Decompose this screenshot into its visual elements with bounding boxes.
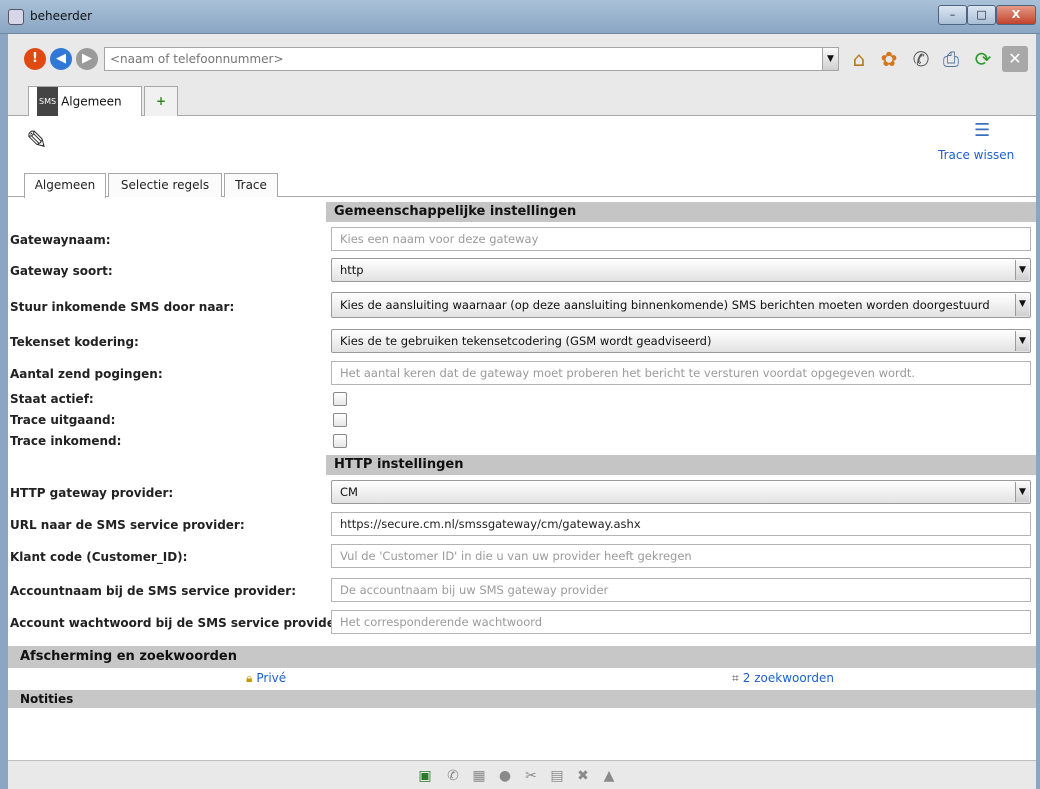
chevron-down-icon: ▼ (1015, 294, 1029, 316)
account-password-label: Account wachtwoord bij de SMS service pr… (10, 616, 346, 630)
gateway-name-label: Gatewaynaam: (10, 233, 111, 247)
home-icon[interactable]: ⌂ (846, 46, 872, 72)
sms-icon[interactable]: ▣ (416, 767, 434, 785)
phone-handset-icon[interactable]: ✆ (444, 767, 462, 785)
http-provider-value: CM (340, 485, 358, 499)
active-label: Staat actief: (10, 392, 94, 406)
section-notes: Notities (8, 690, 1036, 708)
puzzle-icon[interactable]: ✿ (876, 46, 902, 72)
http-provider-label: HTTP gateway provider: (10, 486, 174, 500)
forward-sms-label: Stuur inkomende SMS door naar: (10, 300, 235, 314)
subtab-trace[interactable]: Trace (224, 173, 278, 197)
print-icon[interactable]: ⎙ (938, 46, 964, 72)
gateway-type-value: http (340, 263, 364, 277)
tab-algemeen[interactable]: SMS Algemeen (28, 86, 142, 117)
search-input[interactable] (104, 47, 824, 71)
content-pane: ✎ ☰ Trace wissen Algemeen Selectie regel… (8, 116, 1036, 760)
maximize-button[interactable]: □ (967, 5, 996, 25)
keywords-label: 2 zoekwoorden (742, 671, 835, 685)
chevron-down-icon: ▼ (1015, 260, 1029, 280)
trace-out-checkbox[interactable] (333, 413, 347, 427)
keywords-icon: ⌗ (732, 671, 739, 685)
minimize-button[interactable]: – (938, 5, 967, 25)
notes-area[interactable] (8, 708, 1036, 760)
private-label: Privé (256, 671, 287, 685)
chevron-down-icon: ▼ (1015, 331, 1029, 351)
close-icon[interactable]: ✕ (1002, 46, 1028, 72)
document-icon[interactable]: ▤ (548, 767, 566, 785)
section-general: Gemeenschappelijke instellingen (326, 202, 1036, 222)
url-label: URL naar de SMS service provider: (10, 518, 245, 532)
subtab-algemeen[interactable]: Algemeen (24, 173, 106, 198)
http-provider-select[interactable]: CM ▼ (331, 480, 1031, 504)
trace-out-label: Trace uitgaand: (10, 413, 116, 427)
chevron-down-icon: ▼ (1015, 482, 1029, 502)
attempts-field[interactable] (331, 361, 1031, 385)
circle-icon[interactable]: ● (496, 767, 514, 785)
window-titlebar: beheerder – □ X (0, 0, 1040, 34)
trace-wipe-link[interactable]: Trace wissen (938, 148, 1014, 162)
customer-code-field[interactable] (331, 544, 1031, 568)
warning-icon[interactable]: ▲ (600, 767, 618, 785)
subtab-selectie-regels[interactable]: Selectie regels (108, 173, 222, 197)
gateway-name-field[interactable] (331, 227, 1031, 251)
building-icon[interactable]: ▦ (470, 767, 488, 785)
search-dropdown-button[interactable]: ▼ (822, 47, 839, 71)
sub-tabs: Algemeen Selectie regels Trace (8, 170, 1036, 198)
cross-icon[interactable]: ✖ (574, 767, 592, 785)
customer-code-label: Klant code (Customer_ID): (10, 550, 188, 564)
account-name-field[interactable] (331, 578, 1031, 602)
url-field[interactable] (331, 512, 1031, 536)
tools-icon[interactable]: ✂ (522, 767, 540, 785)
back-icon[interactable]: ◀ (50, 48, 72, 70)
forward-sms-value: Kies de aansluiting waarnaar (op deze aa… (340, 298, 990, 312)
account-name-label: Accountnaam bij de SMS service provider: (10, 584, 297, 598)
trace-in-checkbox[interactable] (333, 434, 347, 448)
phone-icon[interactable]: ✆ (908, 46, 934, 72)
section-http: HTTP instellingen (326, 455, 1036, 475)
account-password-field[interactable] (331, 610, 1031, 634)
window-title: beheerder (30, 9, 93, 23)
attempts-label: Aantal zend pogingen: (10, 367, 163, 381)
lock-icon: 🔒︎ (246, 671, 253, 685)
forward-icon[interactable]: ▶ (76, 48, 98, 70)
charset-value: Kies de te gebruiken tekensetcodering (G… (340, 334, 712, 348)
bottom-toolbar: ▣ ✆ ▦ ● ✂ ▤ ✖ ▲ (8, 760, 1036, 789)
gateway-type-label: Gateway soort: (10, 264, 113, 278)
section-shielding: Afscherming en zoekwoorden (8, 646, 1036, 668)
close-window-button[interactable]: X (996, 5, 1036, 25)
document-tabs: SMS Algemeen + (8, 80, 1036, 117)
app-icon (8, 9, 24, 25)
paperclip-icon[interactable]: ✎ (26, 126, 48, 156)
active-checkbox[interactable] (333, 392, 347, 406)
gateway-type-select[interactable]: http ▼ (331, 258, 1031, 282)
charset-label: Tekenset kodering: (10, 335, 139, 349)
charset-select[interactable]: Kies de te gebruiken tekensetcodering (G… (331, 329, 1031, 353)
private-link[interactable]: 🔒︎ Privé (246, 671, 286, 686)
trace-in-label: Trace inkomend: (10, 434, 122, 448)
forward-sms-select[interactable]: Kies de aansluiting waarnaar (op deze aa… (331, 292, 1031, 318)
add-tab-button[interactable]: + (144, 86, 178, 116)
window-frame-left (0, 34, 8, 789)
tab-algemeen-label: Algemeen (61, 94, 122, 109)
window-frame-right (1036, 34, 1040, 789)
layers-icon[interactable]: ☰ (974, 120, 990, 141)
sms-icon: SMS (37, 87, 59, 117)
stop-icon[interactable]: ! (24, 48, 46, 70)
navigation-toolbar: ! ◀ ▶ ▼ ⌂ ✿ ✆ ⎙ ⟳ ✕ (8, 34, 1036, 80)
keywords-link[interactable]: ⌗ 2 zoekwoorden (732, 671, 834, 686)
refresh-icon[interactable]: ⟳ (970, 46, 996, 72)
